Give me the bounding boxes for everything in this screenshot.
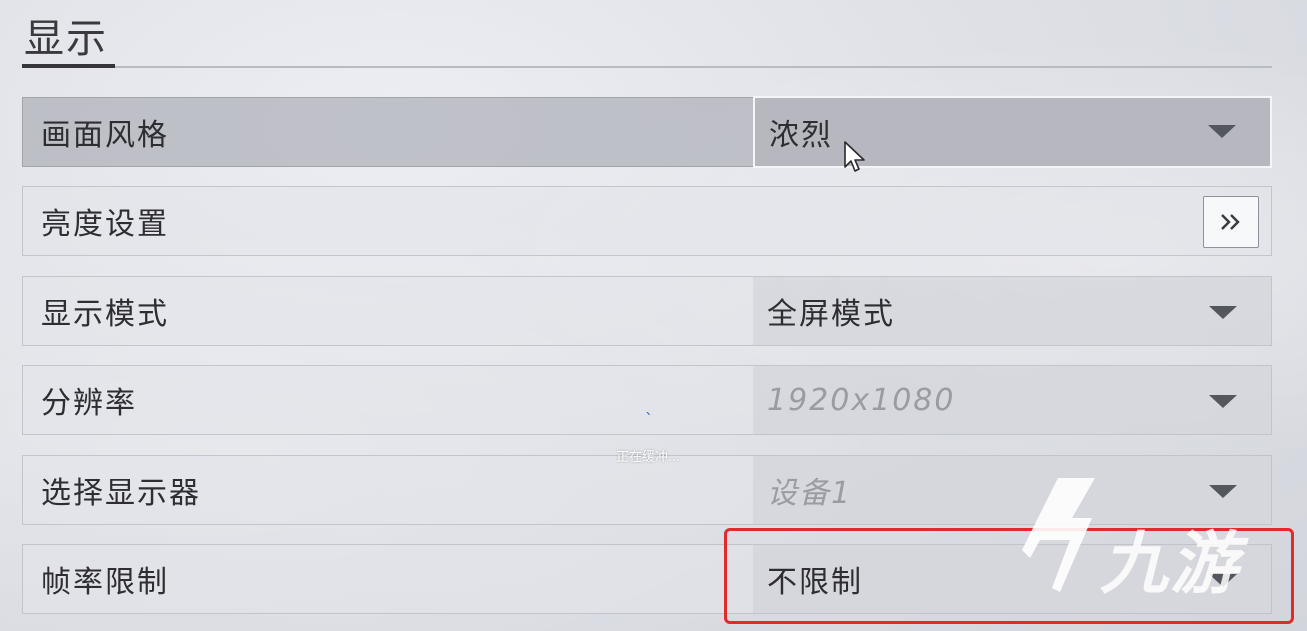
title-divider xyxy=(22,66,1272,68)
resolution-dropdown[interactable]: 1920x1080 xyxy=(753,366,1271,434)
display-mode-dropdown-value: 全屏模式 xyxy=(767,297,895,332)
brightness-open-button[interactable] xyxy=(1203,196,1259,248)
setting-label-resolution: 分辨率 xyxy=(41,386,137,421)
setting-label-style: 画面风格 xyxy=(41,118,169,153)
setting-row-brightness[interactable]: 亮度设置 xyxy=(22,186,1272,256)
title-active-underline xyxy=(22,64,115,68)
setting-label-brightness: 亮度设置 xyxy=(41,207,169,242)
display-mode-dropdown[interactable]: 全屏模式 xyxy=(753,277,1271,345)
double-chevron-right-icon xyxy=(1221,214,1240,230)
monitor-dropdown-value: 设备1 xyxy=(767,476,853,511)
setting-row-display-mode[interactable]: 显示模式 全屏模式 xyxy=(22,276,1272,346)
resolution-dropdown-value: 1920x1080 xyxy=(767,382,956,418)
setting-label-monitor: 选择显示器 xyxy=(41,476,201,511)
chevron-down-icon xyxy=(1209,395,1237,408)
buffering-status-text: 正在缓冲... xyxy=(616,450,681,465)
style-dropdown-value: 浓烈 xyxy=(769,118,833,153)
chevron-down-icon xyxy=(1209,306,1237,319)
style-dropdown[interactable]: 浓烈 xyxy=(753,96,1272,168)
watermark-text: 九游 xyxy=(1100,525,1241,604)
chevron-down-icon xyxy=(1208,125,1236,138)
setting-label-framerate: 帧率限制 xyxy=(41,565,169,600)
setting-label-display-mode: 显示模式 xyxy=(41,297,169,332)
setting-row-style[interactable]: 画面风格 浓烈 xyxy=(22,96,1272,168)
mouse-cursor-icon xyxy=(844,141,865,172)
page-title: 显示 xyxy=(24,16,108,62)
loading-spinner-icon: ˋ xyxy=(645,410,653,429)
